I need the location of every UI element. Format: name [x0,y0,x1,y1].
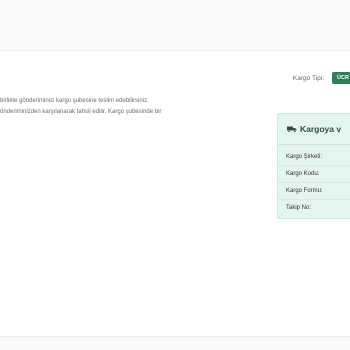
page-header-band [0,0,350,50]
shipping-type: Kargo Tipi: ÜCR [293,72,350,84]
cargo-company-row: Kargo Şirketi: [278,149,350,166]
notice-line: önderiminizden karşılanarak tahsil edili… [0,108,162,115]
shipping-type-label: Kargo Tipi: [292,74,324,82]
cargo-code-row: Kargo Kodu: [278,166,350,183]
cargo-info-panel: Kargoya v Kargo Şirketi: Kargo Kodu: Kar… [277,113,350,219]
cargo-panel-title: Kargoya v [300,124,342,134]
shipping-type-badge: ÜCR [332,72,350,84]
cargo-form-label: Kargo Formu: [286,188,323,194]
cargo-company-label: Kargo Şirketi: [286,154,323,160]
cargo-code-label: Kargo Kodu: [286,171,320,177]
page-footer-band [0,337,350,350]
cargo-info-list: Kargo Şirketi: Kargo Kodu: Kargo Formu: … [278,145,350,216]
header-divider [0,50,350,51]
notice-line: birlikte gönderiminizi kargo şubesine te… [0,98,149,104]
tracking-number-row: Takip No: [278,200,350,216]
tracking-number-label: Takip No: [286,205,312,211]
truck-icon [287,126,297,133]
cargo-form-row: Kargo Formu: [278,183,350,200]
shipping-notice: birlikte gönderiminizi kargo şubesine te… [0,96,268,117]
cargo-panel-header: Kargoya v [278,114,350,145]
